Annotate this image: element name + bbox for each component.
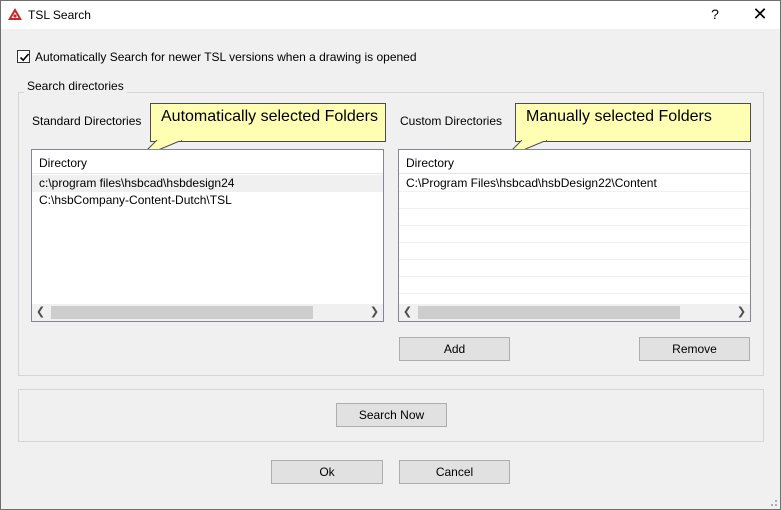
list-item[interactable]: C:\hsbCompany-Content-Dutch\TSL [32,192,383,209]
grid-line [399,225,750,226]
checkmark-icon [19,53,30,62]
scroll-left-icon[interactable]: ❮ [399,304,416,321]
list-item-label: C:\Program Files\hsbcad\hsbDesign22\Cont… [406,176,657,190]
standard-column-header-label: Directory [39,156,88,170]
standard-horizontal-scrollbar[interactable]: ❮ ❯ [32,304,383,321]
tsl-search-dialog: TSL Search ? ✕ Automatically Search for … [0,0,781,510]
custom-column-header-label: Directory [406,156,455,170]
custom-column-header[interactable]: Directory [399,150,750,174]
grid-line [399,293,750,294]
list-item[interactable]: c:\program files\hsbcad\hsbdesign24 [32,175,383,192]
standard-callout-text: Automatically selected Folders [161,108,378,125]
list-item-label: C:\hsbCompany-Content-Dutch\TSL [39,193,232,207]
standard-directories-label: Standard Directories [32,114,142,128]
scroll-thumb[interactable] [51,306,313,319]
cancel-button[interactable]: Cancel [399,460,510,484]
list-item[interactable]: C:\Program Files\hsbcad\hsbDesign22\Cont… [399,175,750,192]
auto-search-checkbox[interactable] [17,50,30,63]
custom-callout: Manually selected Folders [515,103,751,142]
standard-column-header[interactable]: Directory [32,150,383,174]
grid-line [399,276,750,277]
search-now-button[interactable]: Search Now [336,403,447,427]
standard-directories-list[interactable]: Directory c:\program files\hsbcad\hsbdes… [31,149,384,322]
custom-directories-list[interactable]: Directory C:\Program Files\hsbcad\hsbDes… [398,149,751,322]
ok-button[interactable]: Ok [271,460,383,484]
scroll-left-icon[interactable]: ❮ [32,304,49,321]
custom-directories-label: Custom Directories [400,114,503,128]
title-bar[interactable]: TSL Search ? ✕ [1,1,780,29]
grid-line [399,259,750,260]
remove-button[interactable]: Remove [639,337,750,361]
scroll-right-icon[interactable]: ❯ [733,304,750,321]
resize-grip-icon[interactable] [768,497,778,507]
close-button[interactable]: ✕ [744,1,776,29]
grid-line [399,208,750,209]
list-item-label: c:\program files\hsbcad\hsbdesign24 [39,176,235,190]
auto-search-label: Automatically Search for newer TSL versi… [35,50,417,64]
custom-horizontal-scrollbar[interactable]: ❮ ❯ [399,304,750,321]
hsbcad-logo-icon [7,7,23,23]
custom-callout-text: Manually selected Folders [526,108,712,125]
standard-callout: Automatically selected Folders [150,103,386,142]
scroll-right-icon[interactable]: ❯ [366,304,383,321]
search-directories-title: Search directories [24,79,127,93]
window-title: TSL Search [28,8,91,22]
scroll-thumb[interactable] [418,306,680,319]
grid-line [399,191,750,192]
grid-line [399,242,750,243]
add-button[interactable]: Add [399,337,510,361]
help-button[interactable]: ? [701,1,729,29]
